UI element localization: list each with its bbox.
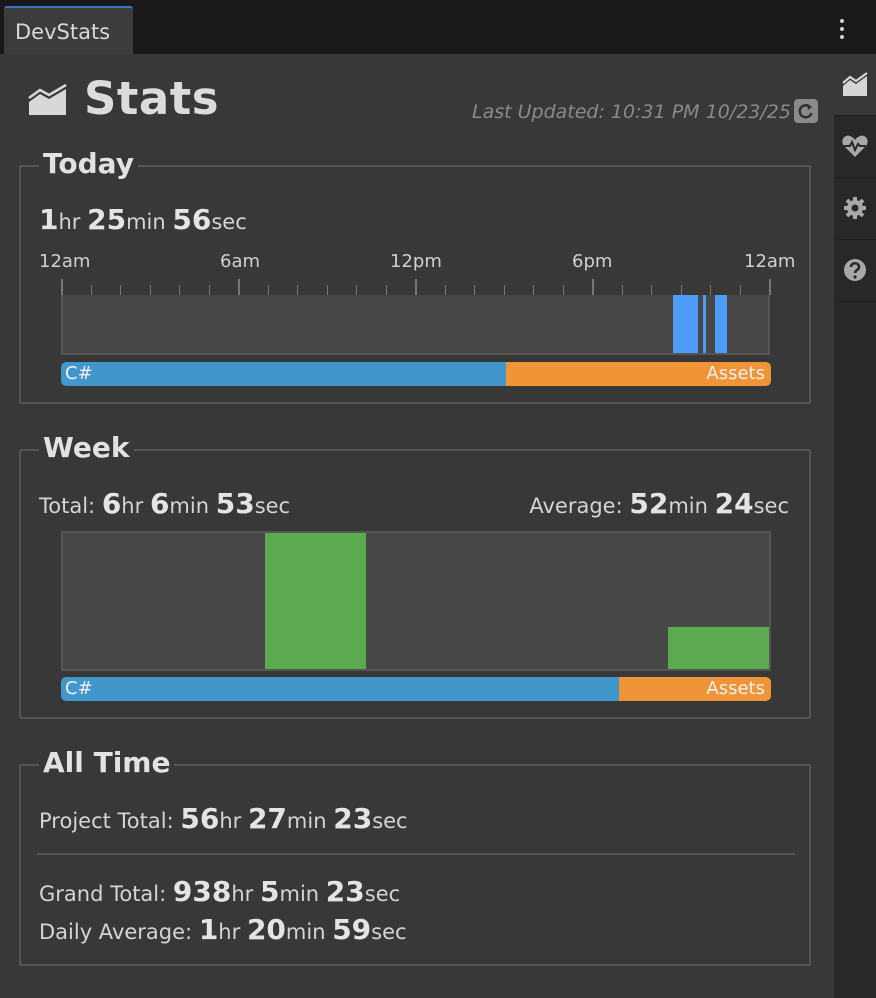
timeline-ruler bbox=[61, 278, 771, 296]
ruler-tick bbox=[769, 279, 771, 295]
heart-pulse-icon bbox=[842, 135, 868, 157]
health-tab-button[interactable] bbox=[834, 116, 876, 178]
axis-label-6am: 6am bbox=[220, 251, 261, 272]
refresh-icon bbox=[798, 104, 813, 119]
week-chart bbox=[61, 531, 771, 671]
activity-block bbox=[715, 295, 727, 353]
today-section: Today 1hr 25min 56sec 12am 6am 12pm 6pm … bbox=[19, 147, 811, 404]
ruler-tick bbox=[120, 285, 121, 295]
today-timeline bbox=[61, 295, 770, 355]
ruler-tick bbox=[415, 279, 417, 295]
ruler-tick bbox=[386, 285, 387, 295]
language-segment-assets: Assets bbox=[619, 677, 771, 701]
language-segment-assets: Assets bbox=[506, 362, 771, 386]
ruler-tick bbox=[297, 285, 298, 295]
ruler-tick bbox=[710, 285, 711, 295]
today-total: 1hr 25min 56sec bbox=[39, 203, 247, 236]
grand-total: Grand Total: 938hr 5min 23sec bbox=[39, 875, 401, 908]
help-icon bbox=[844, 259, 866, 281]
ruler-tick bbox=[563, 285, 564, 295]
ruler-tick bbox=[179, 285, 180, 295]
stats-tab-button[interactable] bbox=[834, 54, 876, 116]
ruler-tick bbox=[91, 285, 92, 295]
axis-label-12am: 12am bbox=[39, 251, 91, 272]
ruler-tick bbox=[61, 279, 63, 295]
axis-label-6pm: 6pm bbox=[572, 251, 613, 272]
ruler-tick bbox=[356, 285, 357, 295]
divider bbox=[37, 853, 795, 855]
ruler-tick bbox=[209, 285, 210, 295]
project-total: Project Total: 56hr 27min 23sec bbox=[39, 802, 408, 835]
ruler-tick bbox=[681, 285, 682, 295]
today-language-bar: C# Assets bbox=[61, 362, 771, 386]
axis-label-12am-end: 12am bbox=[744, 251, 796, 272]
ruler-tick bbox=[150, 285, 151, 295]
ruler-tick bbox=[445, 285, 446, 295]
week-language-bar: C# Assets bbox=[61, 677, 771, 701]
last-updated-text: Last Updated: 10:31 PM 10/23/25 bbox=[472, 101, 791, 123]
ruler-tick bbox=[592, 279, 594, 295]
ruler-tick bbox=[238, 279, 240, 295]
chart-area-icon bbox=[28, 84, 67, 115]
language-segment-csharp: C# bbox=[61, 362, 506, 386]
ruler-tick bbox=[268, 285, 269, 295]
page-title: Stats bbox=[84, 72, 220, 125]
all-time-title: All Time bbox=[39, 746, 175, 779]
language-segment-csharp: C# bbox=[61, 677, 619, 701]
activity-block bbox=[672, 295, 698, 353]
settings-tab-button[interactable] bbox=[834, 178, 876, 240]
tab-label: DevStats bbox=[15, 20, 111, 44]
all-time-section: All Time Project Total: 56hr 27min 23sec… bbox=[19, 746, 811, 966]
week-section: Week Total: 6hr 6min 53sec Average: 52mi… bbox=[19, 431, 811, 719]
ruler-tick bbox=[740, 285, 741, 295]
week-title: Week bbox=[39, 431, 134, 464]
tab-strip: DevStats bbox=[0, 0, 876, 54]
axis-label-12pm: 12pm bbox=[390, 251, 442, 272]
gear-icon bbox=[844, 197, 866, 219]
daily-average: Daily Average: 1hr 20min 59sec bbox=[39, 913, 407, 946]
week-average: Average: 52min 24sec bbox=[529, 487, 789, 520]
ruler-tick bbox=[327, 285, 328, 295]
help-tab-button[interactable] bbox=[834, 240, 876, 302]
week-day-bar bbox=[668, 627, 769, 669]
side-toolbar bbox=[834, 54, 876, 998]
more-options-icon[interactable] bbox=[832, 16, 852, 42]
ruler-tick bbox=[622, 285, 623, 295]
week-day-bar bbox=[265, 533, 366, 669]
ruler-tick bbox=[504, 285, 505, 295]
ruler-tick bbox=[651, 285, 652, 295]
ruler-tick bbox=[533, 285, 534, 295]
refresh-button[interactable] bbox=[794, 99, 818, 123]
ruler-tick bbox=[474, 285, 475, 295]
today-title: Today bbox=[39, 147, 138, 180]
week-total: Total: 6hr 6min 53sec bbox=[39, 487, 291, 520]
activity-block bbox=[703, 295, 707, 353]
tab-devstats[interactable]: DevStats bbox=[4, 6, 133, 54]
chart-area-icon bbox=[842, 72, 868, 96]
